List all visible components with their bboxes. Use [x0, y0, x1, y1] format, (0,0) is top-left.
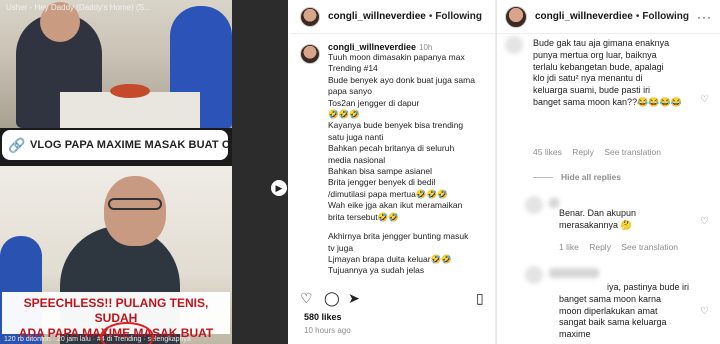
- header-username[interactable]: congli_willneverdiee: [535, 11, 633, 22]
- bookmark-icon[interactable]: ▯: [476, 290, 484, 306]
- comment-icon[interactable]: ◯: [324, 290, 340, 306]
- share-icon[interactable]: ➤: [348, 290, 360, 306]
- blurred-avatar: [525, 196, 543, 214]
- caption-header: congli_willneverdiee 10h: [328, 42, 485, 52]
- caption-line: Ljmayan brapa duita keluar🤣🤣: [328, 253, 452, 264]
- separator-dot: •: [428, 11, 433, 22]
- caption-line: Kayanya bude benyek bisa trending: [328, 120, 464, 131]
- caption-line: Trending #14: [328, 63, 378, 74]
- caption-line: /dimutilasi papa mertua🤣🤣🤣: [328, 188, 448, 199]
- hide-replies-button[interactable]: Hide all replies: [533, 172, 621, 182]
- comment-line: banget sama moon karna: [559, 293, 662, 304]
- caption-line: Akhirnya brita jengger bunting masuk: [328, 231, 469, 242]
- link-icon: 🔗: [8, 137, 26, 153]
- comment-meta: 1 like Reply See translation: [559, 242, 686, 252]
- video-title-banner[interactable]: 🔗 VLOG PAPA MAXIME MASAK BUAT CALON...: [2, 130, 232, 160]
- post-panel: congli_willneverdiee • Following congli_…: [290, 0, 496, 344]
- likes-count[interactable]: 580 likes: [304, 312, 342, 322]
- caption-time: 10h: [419, 43, 433, 52]
- like-heart-icon[interactable]: ♡: [700, 216, 709, 227]
- caption-line: tv juga: [328, 242, 354, 253]
- blurred-avatar: [505, 36, 523, 54]
- blurred-username: [549, 268, 599, 278]
- comment-line: iya, pastinya bude iri: [607, 282, 690, 292]
- avatar[interactable]: [300, 44, 320, 64]
- comment-text: Bude gak tau aja gimana enaknya punya me…: [533, 38, 682, 109]
- comment-line: maxime: [559, 329, 591, 340]
- caption-line: Tos2an jengger di dapur: [328, 97, 420, 108]
- food-plate: [110, 84, 150, 98]
- post-username[interactable]: congli_willneverdiee: [328, 11, 426, 22]
- caption-line: Bude benyek ayo donk buat juga sama: [328, 74, 475, 85]
- comment-line: Benar. Dan akupun: [559, 208, 637, 218]
- comment-line: keluarga suami, bude pasti iri: [533, 85, 651, 96]
- avatar[interactable]: [300, 6, 320, 27]
- comment-line: merasakannya 🤔: [559, 219, 632, 230]
- highlight-circle: [100, 322, 154, 344]
- caption-line: SPEECHLESS!! PULANG TENIS, SUDAH: [23, 296, 209, 325]
- comment-line: Bude gak tau aja gimana enaknya: [533, 38, 670, 48]
- banner-text: VLOG PAPA MAXIME MASAK BUAT CALON...: [30, 139, 232, 151]
- following-button[interactable]: Following: [435, 11, 482, 22]
- following-button[interactable]: Following: [642, 11, 689, 22]
- avatar[interactable]: [505, 5, 527, 28]
- see-translation-link[interactable]: See translation: [604, 147, 661, 157]
- caption-line: 🤣🤣🤣: [328, 109, 360, 120]
- glasses: [108, 198, 162, 210]
- caption-line: Wah eike jga akan ikut meramaikan: [328, 200, 463, 211]
- comment-line: punya mertua org luar, baiknya: [533, 49, 657, 60]
- comment-item: Bude gak tau aja gimana enaknya punya me…: [505, 36, 715, 164]
- more-icon[interactable]: ···: [697, 10, 712, 24]
- post-time: 10 hours ago: [304, 326, 351, 335]
- caption-line: satu juga nanti: [328, 131, 384, 142]
- music-label: Usher - Hey Daddy (Daddy's Home) (S...: [6, 3, 151, 12]
- video-meta: 120 rb ditonton · 20 jam lalu · #4 di Tr…: [4, 336, 191, 343]
- comment-likes[interactable]: 1 like: [559, 242, 579, 252]
- blurred-username: [549, 198, 559, 208]
- post-header: congli_willneverdiee • Following: [290, 0, 495, 34]
- caption-username[interactable]: congli_willneverdiee: [328, 42, 416, 52]
- man-head: [104, 176, 166, 246]
- reply-text: iya, pastinya bude iri banget sama moon …: [559, 282, 689, 341]
- comment-likes[interactable]: 45 likes: [533, 147, 562, 157]
- comment-line: banget sama moon kan??😂😂😂😂: [533, 96, 682, 107]
- reply-item: Benar. Dan akupun merasakannya 🤔 ♡ 1 lik…: [505, 196, 715, 258]
- post-caption: congli_willneverdiee 10h Tuuh moon dimasa…: [290, 34, 495, 277]
- screenshot-root: Usher - Hey Daddy (Daddy's Home) (S... 🔗…: [0, 0, 720, 344]
- video-thumbnail-panel[interactable]: Usher - Hey Daddy (Daddy's Home) (S... 🔗…: [0, 0, 232, 344]
- reply-text: Benar. Dan akupun merasakannya 🤔: [559, 208, 636, 232]
- caption-line: media nasional: [328, 154, 386, 165]
- reply-button[interactable]: Reply: [589, 242, 611, 252]
- post-actions: ♡ ◯ ➤ ▯: [300, 290, 490, 306]
- comment-meta: 45 likes Reply See translation: [533, 147, 669, 157]
- carousel-gap: [232, 0, 288, 344]
- caption-lines: Tuuh moon dimasakin papanya max Trending …: [328, 52, 485, 277]
- comments-header: congli_willneverdiee • Following ···: [497, 0, 720, 34]
- caption-line: brita tersebut🤣🤣: [328, 211, 399, 222]
- caption-line: Tuuh moon dimasakin papanya max: [328, 52, 465, 62]
- comments-panel: congli_willneverdiee • Following ··· Bud…: [496, 0, 720, 344]
- comment-line: sangat baik sama keluarga: [559, 317, 667, 328]
- caption-body: congli_willneverdiee 10h Tuuh moon dimasa…: [328, 42, 485, 277]
- kitchen-scene-image: [0, 0, 232, 128]
- like-heart-icon[interactable]: ♡: [700, 306, 709, 317]
- comment-line: moon diperlakukan amat: [559, 305, 658, 316]
- caption-line: Bahkan pecah britanya di seluruh: [328, 143, 455, 154]
- like-heart-icon[interactable]: ♡: [700, 94, 709, 105]
- caption-line: Bahkan bisa sampe asianel: [328, 166, 432, 177]
- caption-line: [328, 223, 485, 231]
- caption-line: Tujuannya ya sudah jelas: [328, 265, 425, 276]
- comment-line: terlalu kebangetan bude, apalagi: [533, 61, 664, 72]
- comment-line: klo jdi satu² nya menantu di: [533, 73, 643, 84]
- blurred-avatar: [525, 266, 543, 284]
- chevron-right-icon[interactable]: ▶: [271, 180, 287, 196]
- reply-button[interactable]: Reply: [572, 147, 594, 157]
- caption-line: Brita jengger benyek di bedil: [328, 177, 436, 188]
- see-translation-link[interactable]: See translation: [621, 242, 678, 252]
- separator-dot: •: [635, 11, 640, 22]
- heart-icon[interactable]: ♡: [300, 290, 313, 306]
- caption-line: papa sanyo: [328, 86, 372, 97]
- reply-item: iya, pastinya bude iri banget sama moon …: [505, 266, 715, 344]
